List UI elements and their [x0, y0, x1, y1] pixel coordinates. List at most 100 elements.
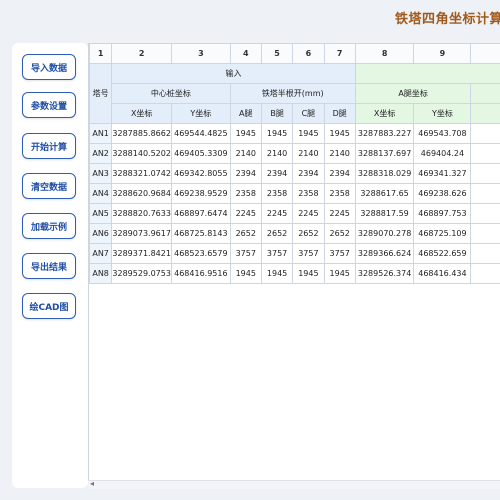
table-cell[interactable]: 468725.109 [413, 223, 472, 244]
column-number[interactable] [470, 43, 500, 64]
table-cell[interactable]: 3288321.0742 [111, 163, 173, 184]
table-cell[interactable] [470, 223, 500, 244]
scroll-left-icon[interactable]: ◂ [90, 479, 94, 488]
column-number[interactable]: 2 [111, 43, 173, 64]
table-cell[interactable]: 469405.3309 [171, 143, 231, 164]
table-cell[interactable]: 3289070.278 [354, 223, 415, 244]
table-cell[interactable] [470, 143, 500, 164]
parameter-settings-button[interactable]: 参数设置 [22, 92, 76, 118]
table-cell[interactable]: 3287885.8662 [111, 123, 173, 144]
table-cell[interactable] [470, 163, 500, 184]
table-cell[interactable]: 3288617.65 [354, 183, 415, 204]
column-number[interactable]: 8 [354, 43, 415, 64]
table-cell[interactable]: 469342.8055 [171, 163, 231, 184]
table-cell[interactable]: 3289371.8421 [111, 243, 173, 264]
table-cell[interactable] [470, 123, 500, 144]
table-cell[interactable] [470, 183, 500, 204]
export-results-button[interactable]: 导出结果 [22, 253, 76, 279]
table-cell[interactable]: 3757 [292, 243, 325, 264]
table-cell[interactable]: 1945 [323, 123, 356, 144]
table-cell[interactable]: 2140 [260, 143, 294, 164]
table-cell[interactable]: 468725.8143 [171, 223, 231, 244]
tower-id-cell[interactable]: AN6 [89, 223, 113, 244]
table-cell[interactable]: 3288137.697 [354, 143, 415, 164]
clear-data-button[interactable]: 清空数据 [22, 173, 76, 199]
column-number[interactable]: 4 [229, 43, 262, 64]
table-cell[interactable]: 468523.6579 [171, 243, 231, 264]
table-cell[interactable]: 3289526.374 [354, 263, 415, 284]
table-cell[interactable]: 3287883.227 [354, 123, 415, 144]
tower-id-cell[interactable]: AN4 [89, 183, 113, 204]
table-cell[interactable]: 1945 [292, 123, 325, 144]
table-cell[interactable]: 2245 [323, 203, 356, 224]
table-cell[interactable]: 3289366.624 [354, 243, 415, 264]
table-cell[interactable]: 2245 [260, 203, 294, 224]
table-cell[interactable]: 2652 [292, 223, 325, 244]
table-cell[interactable]: 2245 [292, 203, 325, 224]
table-cell[interactable]: 469544.4825 [171, 123, 231, 144]
table-cell[interactable]: 2140 [323, 143, 356, 164]
column-number[interactable]: 3 [171, 43, 231, 64]
start-calculation-button[interactable]: 开始计算 [22, 133, 76, 159]
table-cell[interactable]: 3288140.5202 [111, 143, 173, 164]
table-cell[interactable]: 3757 [323, 243, 356, 264]
table-cell[interactable]: 2358 [323, 183, 356, 204]
table-cell[interactable]: 1945 [260, 123, 294, 144]
table-cell[interactable]: 468416.9516 [171, 263, 231, 284]
table-cell[interactable]: 3288318.029 [354, 163, 415, 184]
table-cell[interactable]: 1945 [229, 263, 262, 284]
table-cell[interactable]: 3757 [229, 243, 262, 264]
draw-cad-button[interactable]: 绘CAD图 [22, 293, 76, 319]
table-cell[interactable]: 2652 [323, 223, 356, 244]
table-cell[interactable]: 469543.708 [413, 123, 472, 144]
table-cell[interactable]: 1945 [292, 263, 325, 284]
column-number[interactable]: 6 [292, 43, 325, 64]
tower-id-cell[interactable]: AN1 [89, 123, 113, 144]
column-number[interactable]: 9 [413, 43, 472, 64]
table-cell[interactable]: 1945 [323, 263, 356, 284]
table-cell[interactable]: 469404.24 [413, 143, 472, 164]
tower-id-cell[interactable]: AN3 [89, 163, 113, 184]
table-cell[interactable]: 3288820.7633 [111, 203, 173, 224]
tower-id-cell[interactable]: AN2 [89, 143, 113, 164]
table-cell[interactable]: 3288620.9684 [111, 183, 173, 204]
import-data-button[interactable]: 导入数据 [22, 54, 76, 80]
table-cell[interactable]: 3288817.59 [354, 203, 415, 224]
table-cell[interactable]: 468416.434 [413, 263, 472, 284]
table-cell[interactable]: 1945 [260, 263, 294, 284]
column-number[interactable]: 1 [89, 43, 113, 64]
table-cell[interactable] [470, 243, 500, 264]
table-cell[interactable] [470, 263, 500, 284]
tower-id-cell[interactable]: AN8 [89, 263, 113, 284]
table-cell[interactable]: 2140 [292, 143, 325, 164]
table-cell[interactable]: 2652 [260, 223, 294, 244]
table-cell[interactable]: 2394 [323, 163, 356, 184]
tower-id-cell[interactable]: AN7 [89, 243, 113, 264]
table-cell[interactable]: 2652 [229, 223, 262, 244]
table-cell[interactable]: 3757 [260, 243, 294, 264]
table-row: AN6 3289073.9617 468725.8143 2652 2652 2652 26… [89, 223, 500, 244]
table-cell[interactable]: 468897.6474 [171, 203, 231, 224]
horizontal-scrollbar[interactable]: ◂ [88, 479, 500, 489]
table-cell[interactable]: 469238.9529 [171, 183, 231, 204]
table-cell[interactable]: 2358 [292, 183, 325, 204]
table-cell[interactable]: 2394 [229, 163, 262, 184]
table-cell[interactable]: 2394 [260, 163, 294, 184]
load-example-button[interactable]: 加载示例 [22, 213, 76, 239]
table-cell[interactable]: 468897.753 [413, 203, 472, 224]
table-cell[interactable] [470, 203, 500, 224]
table-cell[interactable]: 469238.626 [413, 183, 472, 204]
table-cell[interactable]: 2394 [292, 163, 325, 184]
table-cell[interactable]: 3289529.0753 [111, 263, 173, 284]
column-number[interactable]: 5 [260, 43, 294, 64]
table-cell[interactable]: 2245 [229, 203, 262, 224]
table-cell[interactable]: 2358 [229, 183, 262, 204]
table-cell[interactable]: 2140 [229, 143, 262, 164]
table-cell[interactable]: 2358 [260, 183, 294, 204]
table-cell[interactable]: 468522.659 [413, 243, 472, 264]
table-cell[interactable]: 3289073.9617 [111, 223, 173, 244]
column-number[interactable]: 7 [323, 43, 356, 64]
table-cell[interactable]: 1945 [229, 123, 262, 144]
tower-id-cell[interactable]: AN5 [89, 203, 113, 224]
table-cell[interactable]: 469341.327 [413, 163, 472, 184]
